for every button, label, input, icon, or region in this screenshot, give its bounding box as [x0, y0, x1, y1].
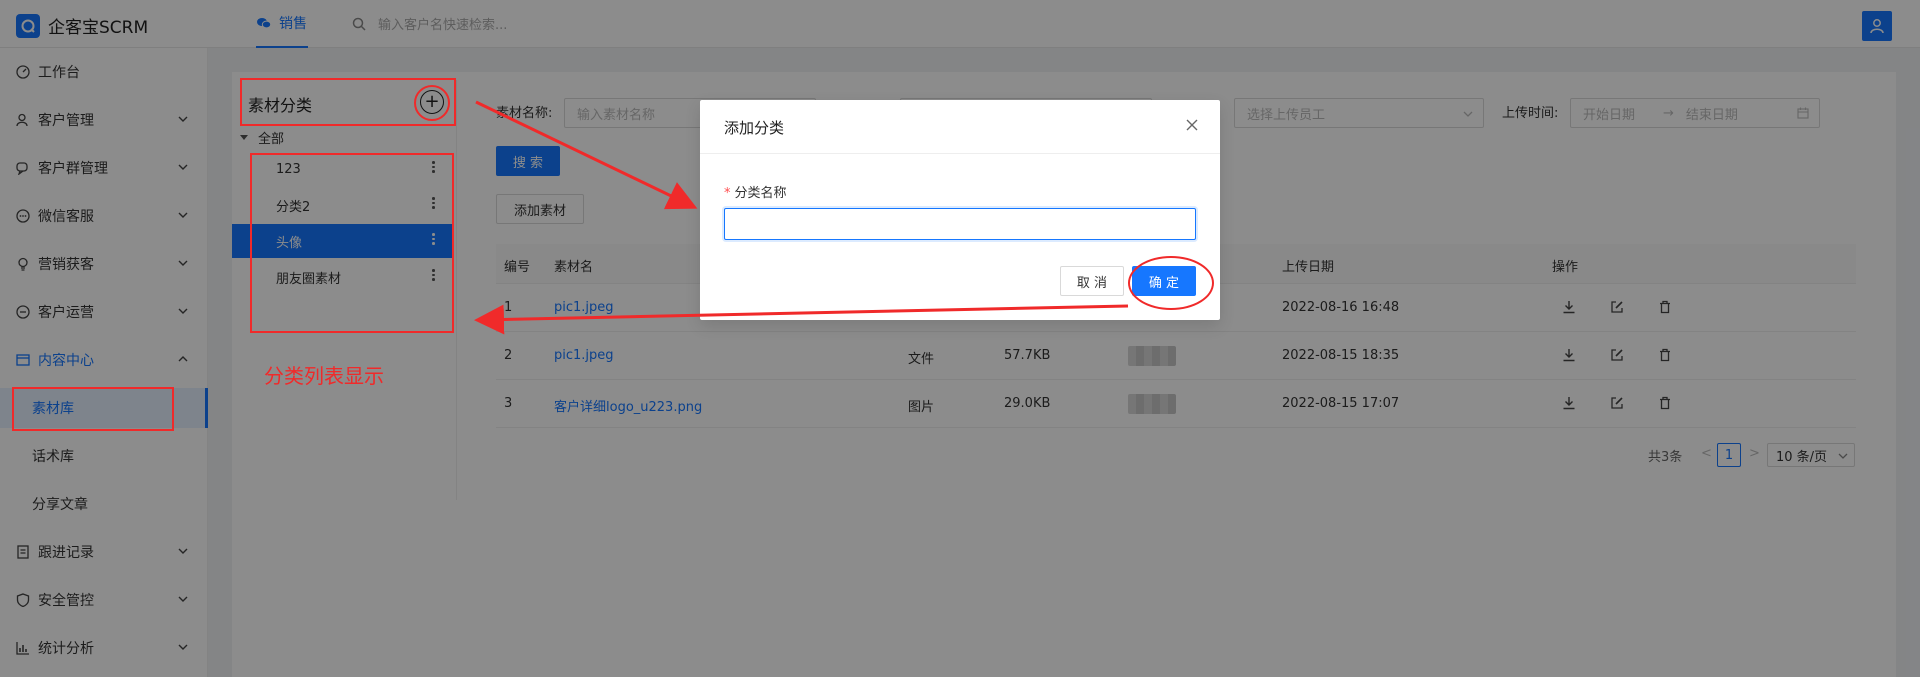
annotation-arrow-to-dialog: [475, 100, 698, 210]
annotation-arrow-to-list: [474, 304, 1129, 335]
annotation-arrows: [474, 100, 1129, 335]
